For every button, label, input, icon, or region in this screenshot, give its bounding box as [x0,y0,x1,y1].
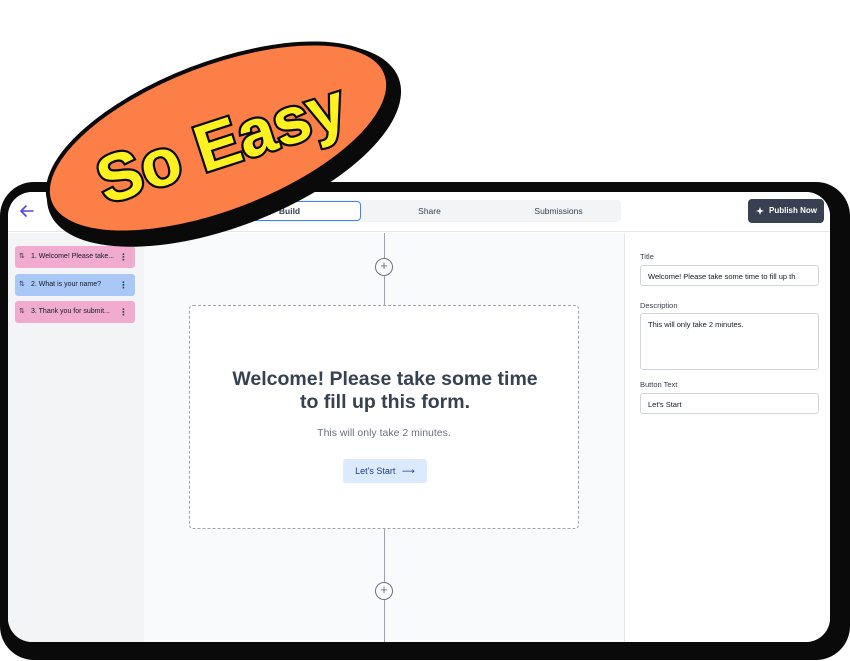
card-description: This will only take 2 minutes. [317,427,451,439]
lets-start-label: Let's Start [355,466,396,476]
welcome-card[interactable]: Welcome! Please take some time to fill u… [189,305,579,529]
app-screen: Build Share Submissions Publish Now ⇅ 1. … [8,192,830,642]
tab-submissions[interactable]: Submissions [496,201,621,221]
tab-build[interactable]: Build [218,201,361,221]
title-field[interactable]: Welcome! Please take some time to fill u… [640,265,819,286]
sort-icon[interactable]: ⇅ [19,301,31,323]
publish-now-label: Publish Now [769,206,817,215]
add-step-icon[interactable]: + [375,582,393,600]
step-item-thank-you[interactable]: ⇅ 3. Thank you for submit... ⋮ [15,301,135,323]
tab-share[interactable]: Share [363,201,496,221]
step-label: 2. What is your name? [31,281,102,288]
properties-panel: Title Welcome! Please take some time to … [624,233,830,642]
more-menu-icon[interactable]: ⋮ [119,301,128,323]
card-title: Welcome! Please take some time to fill u… [232,368,538,413]
connector-line [384,529,385,582]
description-field[interactable]: This will only take 2 minutes. [640,313,819,370]
more-menu-icon[interactable]: ⋮ [119,274,128,296]
button-text-label: Button Text [640,380,678,389]
step-label: 1. Welcome! Please take... [31,253,115,260]
description-label: Description [640,301,678,310]
lets-start-button[interactable]: Let's Start ⟶ [343,459,427,483]
more-menu-icon[interactable]: ⋮ [119,246,128,268]
sort-icon[interactable]: ⇅ [19,274,31,296]
title-label: Title [640,252,654,261]
builder-canvas: + Welcome! Please take some time to fill… [144,233,624,642]
top-bar: Build Share Submissions Publish Now [8,192,830,232]
connector-line [384,600,385,642]
publish-now-button[interactable]: Publish Now [748,199,824,223]
tab-bar: Build Share Submissions [218,200,621,222]
arrow-left-icon[interactable] [18,202,36,220]
step-item-name[interactable]: ⇅ 2. What is your name? ⋮ [15,274,135,296]
add-step-icon[interactable]: + [375,258,393,276]
arrow-right-icon: ⟶ [401,466,415,476]
button-text-field[interactable]: Let's Start [640,393,819,414]
sort-icon[interactable]: ⇅ [19,246,31,268]
connector-line [384,276,385,305]
steps-sidebar: ⇅ 1. Welcome! Please take... ⋮ ⇅ 2. What i… [8,233,144,642]
connector-line [384,233,385,258]
step-item-welcome[interactable]: ⇅ 1. Welcome! Please take... ⋮ [15,246,135,268]
step-label: 3. Thank you for submit... [31,308,110,315]
sparkle-icon [756,207,764,215]
